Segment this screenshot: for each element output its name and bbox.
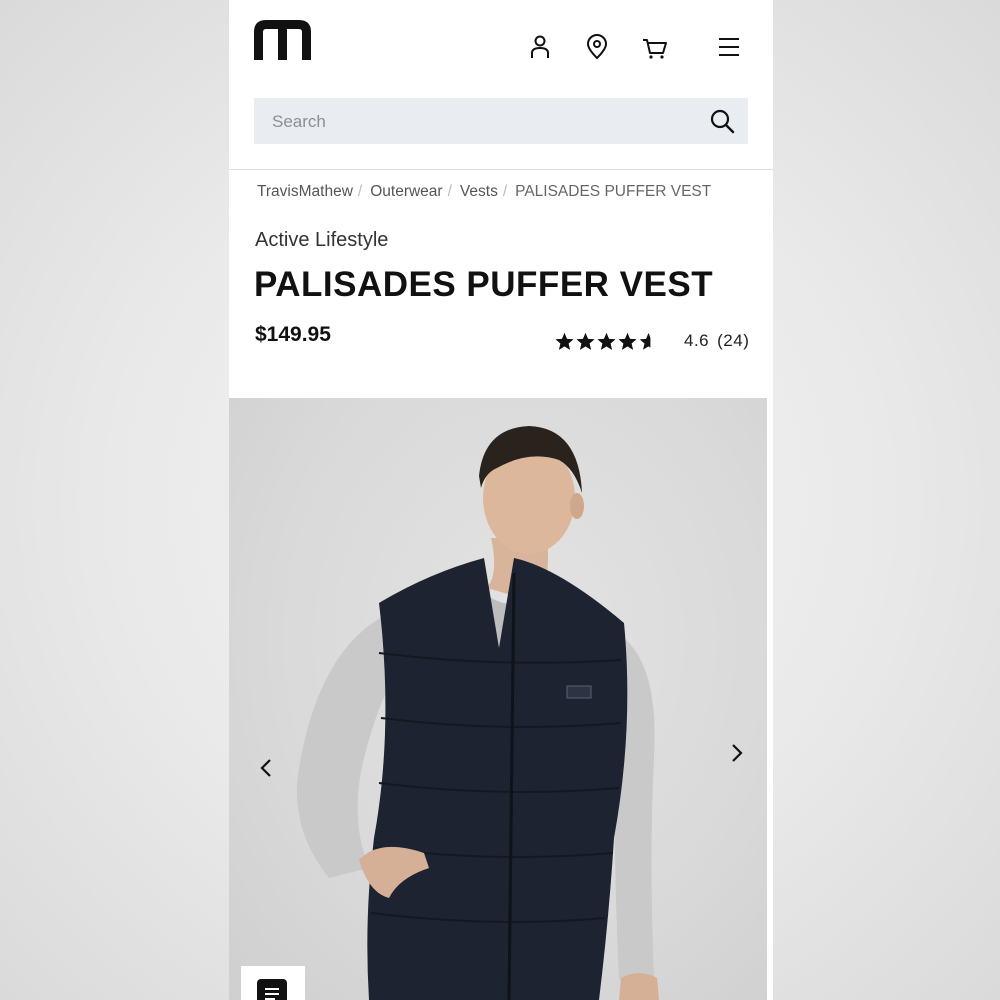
breadcrumb-outerwear[interactable]: Outerwear <box>370 183 442 201</box>
star-icon <box>618 332 637 350</box>
menu-icon[interactable] <box>714 32 744 62</box>
product-category: Active Lifestyle <box>255 229 389 251</box>
search-icon[interactable] <box>708 107 736 135</box>
list-icon <box>257 979 287 1000</box>
review-count: (24) <box>717 331 750 350</box>
header-divider <box>229 169 773 170</box>
rating-stars <box>555 331 660 351</box>
product-page: TravisMathew / Outerwear / Vests / PALIS… <box>229 0 773 1000</box>
product-image-gallery[interactable] <box>229 398 767 1000</box>
breadcrumb-separator: / <box>357 183 363 200</box>
travismathew-logo[interactable] <box>254 20 311 60</box>
cart-icon[interactable] <box>640 32 670 62</box>
breadcrumb: TravisMathew / Outerwear / Vests / PALIS… <box>257 183 767 201</box>
star-icon <box>576 332 595 350</box>
breadcrumb-separator: / <box>447 183 452 200</box>
star-icon <box>639 331 658 351</box>
product-photo <box>297 426 659 1000</box>
previous-arrow-icon[interactable] <box>254 755 280 781</box>
next-arrow-icon[interactable] <box>723 740 749 766</box>
star-icon <box>555 332 574 350</box>
product-title: PALISADES PUFFER VEST <box>254 265 714 304</box>
breadcrumb-separator: / <box>502 183 508 200</box>
product-rating[interactable]: 4.6 (24) <box>555 331 749 351</box>
search-input[interactable] <box>270 98 694 146</box>
details-button[interactable] <box>241 966 305 1000</box>
breadcrumb-vests[interactable]: Vests <box>460 183 498 201</box>
star-icon <box>597 332 616 350</box>
breadcrumb-current: PALISADES PUFFER VEST <box>515 183 712 200</box>
store-locator-icon[interactable] <box>582 32 612 62</box>
breadcrumb-home[interactable]: TravisMathew <box>257 183 353 201</box>
product-price: $149.95 <box>255 323 331 346</box>
search-bar <box>254 98 748 146</box>
rating-score: 4.6 <box>684 331 710 350</box>
account-icon[interactable] <box>525 32 555 62</box>
